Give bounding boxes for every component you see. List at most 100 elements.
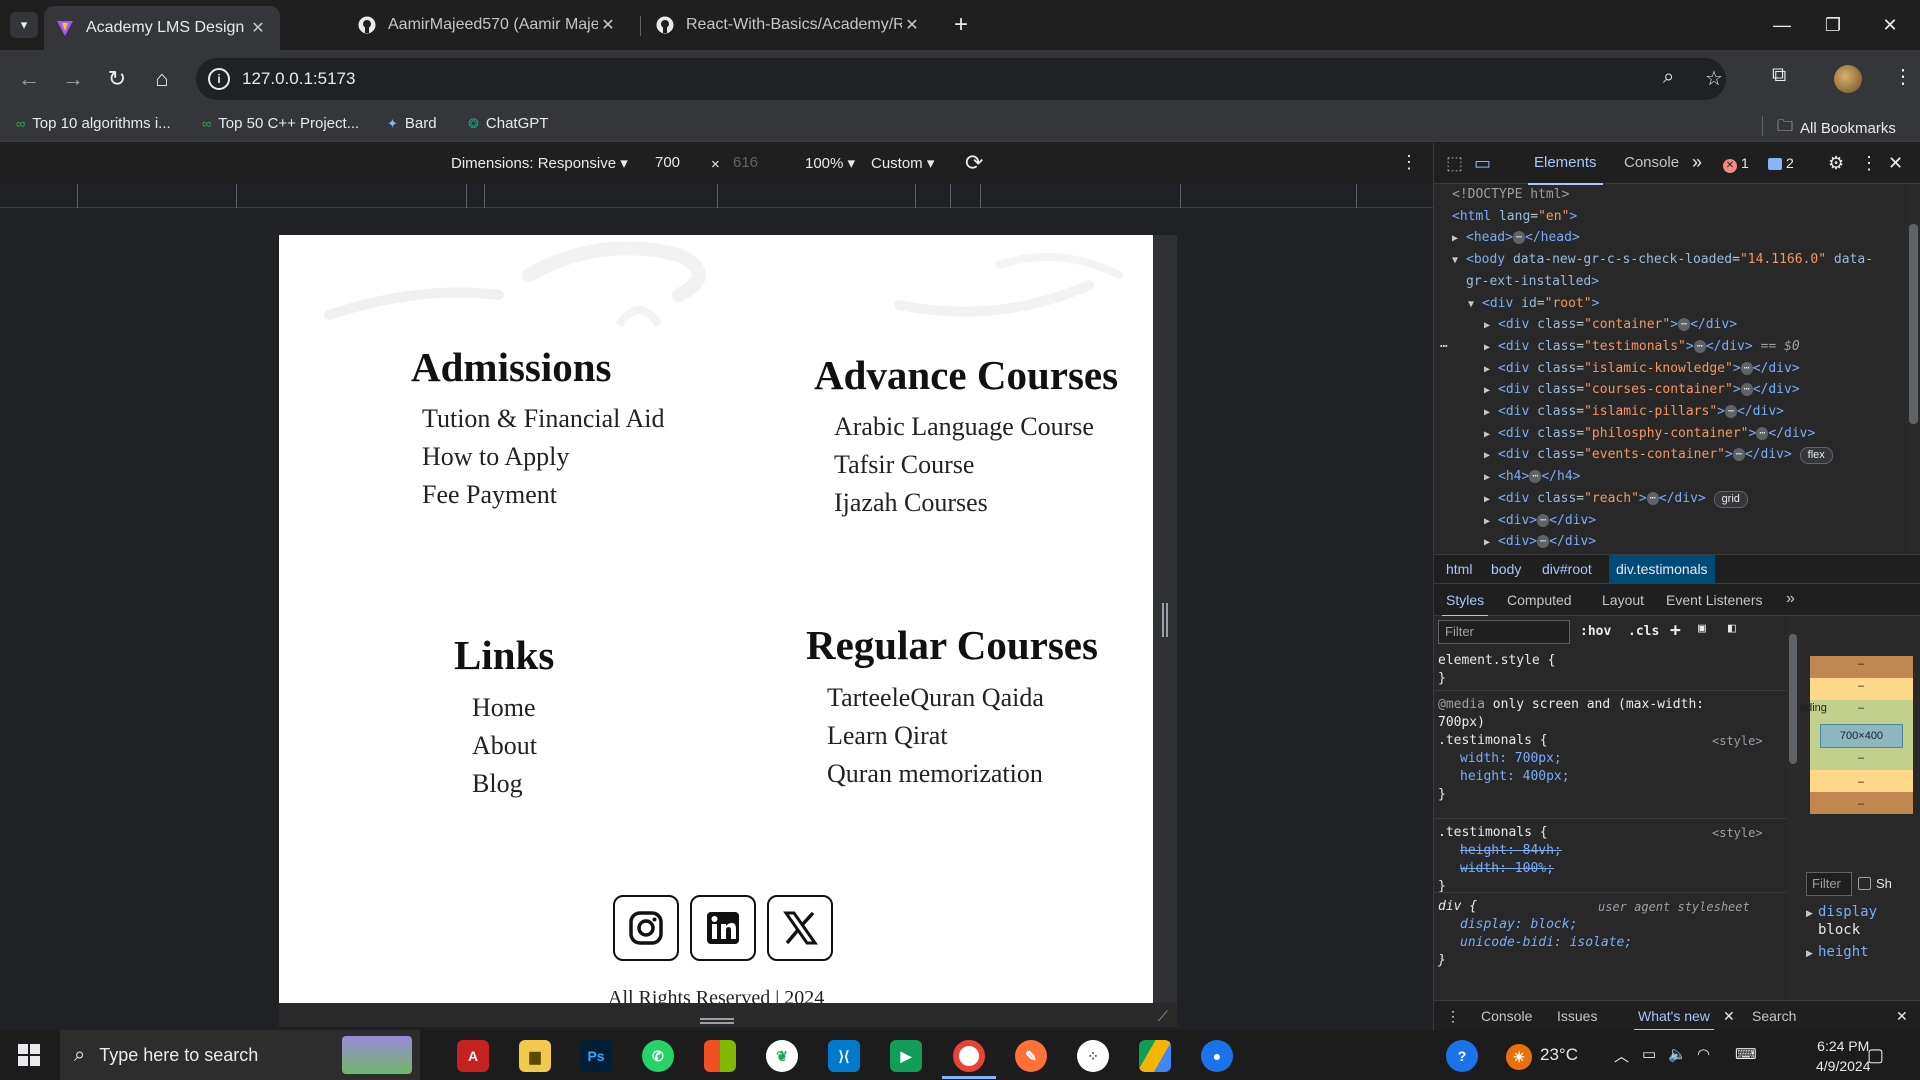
dom-node-div[interactable]: ▶ <div class="islamic-pillars"> ⋯ </div> [1484,401,1784,424]
resize-corner-icon[interactable]: ⟋ [1158,1008,1168,1025]
margin-value[interactable]: – [1858,658,1864,670]
expand-triangle-icon[interactable]: ▶ [1484,337,1498,359]
list-item[interactable]: Arabic Language Course [834,408,1094,446]
dom-node-h4[interactable]: ▶ <h4> ⋯ </h4> [1484,466,1580,489]
list-item[interactable]: How to Apply [422,438,664,476]
expand-triangle-icon[interactable]: ▶ [1484,532,1498,554]
inspect-element-icon[interactable]: ⬚ [1446,153,1463,174]
scroll-thumb[interactable] [1789,634,1797,764]
dom-node-div[interactable]: ▶ <div class="events-container"> ⋯ </div> f… [1484,444,1833,467]
flex-badge[interactable]: flex [1799,447,1833,465]
expand-triangle-icon[interactable]: ▶ [1452,228,1466,250]
google-drive-icon[interactable] [1139,1040,1171,1072]
extensions-puzzle-icon[interactable]: ⧉ [1772,64,1786,87]
expand-triangle-icon[interactable]: ▶ [1484,445,1498,467]
url-text[interactable]: 127.0.0.1:5173 [242,69,355,89]
close-icon[interactable]: ✕ [902,15,922,35]
back-arrow-icon[interactable]: ← [14,64,44,94]
drawer-tab-search[interactable]: Search [1752,1008,1796,1024]
list-item[interactable]: Ijazah Courses [834,484,1094,522]
temperature[interactable]: 23°C [1540,1045,1578,1065]
breadcrumb-body[interactable]: body [1491,561,1521,577]
devtools-menu-icon[interactable]: ⋮ [1860,153,1878,174]
list-item[interactable]: Blog [472,765,537,803]
file-explorer-icon[interactable]: ▆ [519,1040,551,1072]
tab-event-listeners[interactable]: Event Listeners [1666,592,1763,608]
dom-node-div[interactable]: ▶ <div class="courses-container"> ⋯ </div> [1484,379,1800,402]
error-count-badge[interactable]: ✕ 1 [1723,155,1749,173]
zoom-magnifier-icon[interactable]: ⌕ [1663,66,1674,89]
tab-computed[interactable]: Computed [1507,592,1572,608]
paint-brush-icon[interactable]: ▣ [1698,621,1706,636]
bookmark-star-icon[interactable]: ☆ [1705,66,1723,91]
css-property-overridden[interactable]: height: 84vh; [1460,843,1562,858]
add-rule-icon[interactable]: + [1670,620,1681,641]
grid-badge[interactable]: grid [1713,490,1748,508]
ellipsis-icon[interactable]: ⋯ [1529,470,1542,484]
settings-gear-icon[interactable]: ⚙ [1828,153,1844,174]
postman-icon[interactable]: ✎ [1015,1040,1047,1072]
styles-scrollbar[interactable] [1786,616,1800,1000]
rule-user-agent-div[interactable]: div {user agent stylesheet display: bloc… [1438,898,1750,970]
google-meet-icon[interactable]: ▶ [890,1040,922,1072]
mongodb-icon[interactable]: ❦ [766,1040,798,1072]
content-size[interactable]: 700×400 [1820,724,1903,748]
ellipsis-icon[interactable]: ⋯ [1646,491,1659,505]
rule-source-link[interactable]: <style> [1712,732,1763,750]
expand-triangle-icon[interactable]: ▶ [1484,424,1498,446]
x-icon[interactable] [767,895,833,961]
taskbar-search[interactable]: ⌕ Type here to search [60,1030,420,1080]
ellipsis-icon[interactable]: ⋯ [1678,318,1691,332]
ellipsis-icon[interactable]: ⋯ [1537,513,1550,527]
menu-kebab-icon[interactable]: ⋮ [1893,64,1913,89]
bookmark-item[interactable]: ❂ ChatGPT [468,115,548,132]
computed-prop-name[interactable]: display [1818,904,1877,920]
breadcrumb-testimonals[interactable]: div.testimonals [1609,555,1715,583]
border-value[interactable]: – [1858,680,1864,692]
resize-handle-right[interactable] [1162,603,1168,637]
width-input[interactable]: 700 [655,154,680,171]
whatsapp-icon[interactable]: ✆ [642,1040,674,1072]
site-info-icon[interactable]: i [208,68,230,90]
weather-icon[interactable]: ☀ [1506,1044,1532,1070]
ellipsis-icon[interactable]: ⋯ [1725,405,1738,418]
rule-element-style[interactable]: element.style {} [1438,652,1555,688]
ruler-tick[interactable] [77,184,78,208]
rule-testimonals[interactable]: .testimonals {<style> height: 84vh; widt… [1438,824,1763,896]
more-tabs-icon[interactable]: » [1692,152,1702,173]
expand-triangle-icon[interactable]: ▶ [1484,489,1498,511]
resize-handle-bottom[interactable] [700,1018,734,1024]
ellipsis-icon[interactable]: ⋯ [1740,383,1753,397]
close-icon[interactable]: ✕ [248,18,268,38]
minimize-button[interactable]: — [1762,10,1802,40]
address-bar[interactable]: i 127.0.0.1:5173 ⌕ ☆ [196,58,1726,100]
dom-node-doctype[interactable]: <!DOCTYPE html> [1452,184,1569,206]
ruler-tick[interactable] [1356,184,1357,208]
breadcrumb-html[interactable]: html [1446,561,1472,577]
dom-node-div[interactable]: ▶ <div class="container"> ⋯ </div> [1484,314,1737,337]
styles-filter-input[interactable]: Filter [1438,620,1570,644]
dom-node-div[interactable]: ▶ <div class="philosphy-container"> ⋯ </div… [1484,423,1815,446]
expand-triangle-icon[interactable]: ▶ [1484,402,1498,424]
new-tab-button[interactable]: + [947,12,975,40]
list-item[interactable]: About [472,727,537,765]
ellipsis-icon[interactable]: ⋯ [1756,426,1769,440]
microsoft-store-icon[interactable] [704,1040,736,1072]
list-item[interactable]: Tafsir Course [834,446,1094,484]
tab-styles[interactable]: Styles [1441,592,1489,617]
css-property-overridden[interactable]: width: 100%; [1460,861,1554,876]
drawer-tab-console[interactable]: Console [1481,1008,1532,1024]
close-icon[interactable]: ✕ [1723,1008,1735,1025]
close-devtools-icon[interactable]: ✕ [1888,153,1903,174]
dom-node-root[interactable]: ▼ <div id="root"> [1468,293,1599,316]
scroll-thumb[interactable] [1909,224,1918,424]
list-item[interactable]: Learn Qirat [827,717,1044,755]
list-item[interactable]: Tution & Financial Aid [422,400,664,438]
tab-github-readme[interactable]: React-With-Basics/Academy/README ✕ [644,6,934,44]
volume-icon[interactable]: 🔈 [1668,1045,1687,1063]
vscode-icon[interactable]: ⟩⟨ [828,1040,860,1072]
bookmark-item[interactable]: ✦ Bard [387,115,437,132]
rotate-icon[interactable]: ⟳ [965,150,983,176]
ruler-tick[interactable] [717,184,718,208]
device-more-icon[interactable]: ⋮ [1400,152,1418,173]
